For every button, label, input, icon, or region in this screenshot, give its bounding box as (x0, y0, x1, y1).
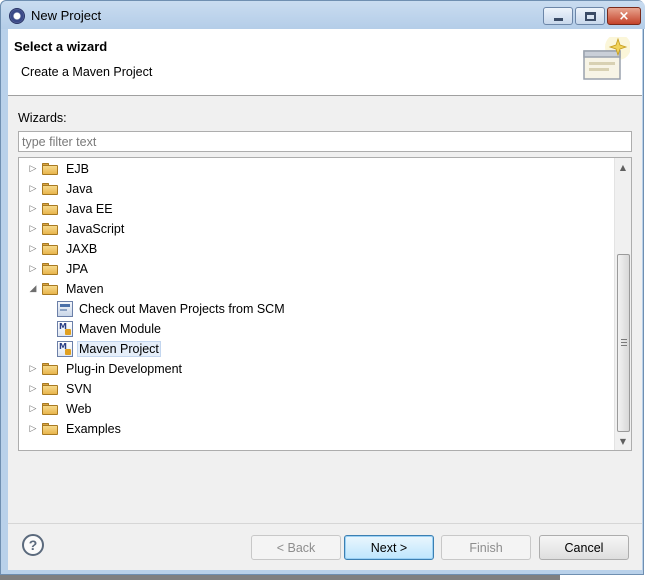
tree-item-label: SVN (66, 382, 92, 396)
wizard-banner-icon (583, 37, 630, 80)
title-bar[interactable]: New Project × (1, 1, 645, 29)
tree-item-label: Web (66, 402, 92, 416)
minimize-button[interactable] (543, 7, 573, 25)
tree-folder-row[interactable]: ▷ Java EE (19, 199, 613, 219)
tree-folder-row[interactable]: ▷ Examples (19, 419, 613, 439)
eclipse-app-icon (9, 8, 25, 24)
tree-item-label: Maven Module (79, 322, 161, 336)
cancel-button[interactable]: Cancel (539, 535, 629, 560)
tree-folder-row[interactable]: ◢ Maven (19, 279, 613, 299)
wizard-header: Select a wizard Create a Maven Project (8, 29, 642, 96)
close-icon: × (618, 8, 630, 24)
tree-item-label: Maven (66, 282, 104, 296)
collapsed-arrow-icon[interactable]: ▷ (27, 399, 39, 419)
tree-folder-row[interactable]: ▷ SVN (19, 379, 613, 399)
collapsed-arrow-icon[interactable]: ▷ (27, 179, 39, 199)
grip-line (621, 342, 627, 343)
scroll-up-arrow-icon[interactable]: ▲ (615, 159, 631, 175)
tree-item-label: Java (66, 182, 93, 196)
finish-button[interactable]: Finish (441, 535, 531, 560)
new-project-window: New Project × Select a wizard Create a M… (0, 0, 645, 575)
folder-icon (42, 283, 58, 295)
expanded-arrow-icon[interactable]: ◢ (27, 279, 39, 299)
next-button[interactable]: Next > (344, 535, 434, 560)
taskbar-strip (0, 575, 560, 580)
help-button[interactable]: ? (22, 534, 44, 556)
tree-scrollbar[interactable]: ▲ ▼ (614, 158, 631, 450)
folder-icon (42, 263, 58, 275)
tree-wizard-row[interactable]: M Maven Project (19, 339, 613, 359)
tree-item-label: EJB (66, 162, 89, 176)
collapsed-arrow-icon[interactable]: ▷ (27, 239, 39, 259)
scm-checkout-icon (57, 301, 73, 317)
tree-folder-row[interactable]: ▷ Java (19, 179, 613, 199)
folder-icon (42, 243, 58, 255)
window-title: New Project (31, 8, 102, 23)
scroll-down-arrow-icon[interactable]: ▼ (615, 433, 631, 449)
tree-folder-row[interactable]: ▷ JPA (19, 259, 613, 279)
collapsed-arrow-icon[interactable]: ▷ (27, 419, 39, 439)
collapsed-arrow-icon[interactable]: ▷ (27, 199, 39, 219)
grip-line (621, 339, 627, 340)
grip-line (621, 345, 627, 346)
wizard-tree[interactable]: ▷ EJB ▷ Java ▷ Java EE ▷ JavaScript ▷ JAXB ▷ JPA ◢ Ma… (18, 157, 632, 451)
back-button[interactable]: < Back (251, 535, 341, 560)
maximize-icon (584, 11, 596, 21)
folder-icon (42, 363, 58, 375)
tree-folder-row[interactable]: ▷ JAXB (19, 239, 613, 259)
tree-item-label: Examples (66, 422, 121, 436)
tree-item-label: JAXB (66, 242, 98, 256)
footer-separator (8, 523, 642, 524)
page-title: Select a wizard (14, 39, 108, 54)
folder-icon (42, 383, 58, 395)
maven-module-icon: M (57, 321, 73, 337)
tree-item-label: Maven Project (77, 341, 161, 357)
tree-item-label: Check out Maven Projects from SCM (79, 302, 285, 316)
tree-folder-row[interactable]: ▷ JavaScript (19, 219, 613, 239)
minimize-icon (553, 17, 563, 21)
tree-item-label: Plug-in Development (66, 362, 183, 376)
collapsed-arrow-icon[interactable]: ▷ (27, 259, 39, 279)
scroll-thumb[interactable] (617, 254, 630, 432)
filter-input[interactable] (18, 131, 632, 152)
tree-wizard-row[interactable]: Check out Maven Projects from SCM (19, 299, 613, 319)
maximize-button[interactable] (575, 7, 605, 25)
folder-icon (42, 223, 58, 235)
folder-icon (42, 163, 58, 175)
page-description: Create a Maven Project (21, 65, 153, 79)
collapsed-arrow-icon[interactable]: ▷ (27, 379, 39, 399)
folder-icon (42, 183, 58, 195)
collapsed-arrow-icon[interactable]: ▷ (27, 159, 39, 179)
tree-item-label: JavaScript (66, 222, 125, 236)
tree-item-label: Java EE (66, 202, 113, 216)
collapsed-arrow-icon[interactable]: ▷ (27, 219, 39, 239)
tree-folder-row[interactable]: ▷ EJB (19, 159, 613, 179)
folder-icon (42, 423, 58, 435)
collapsed-arrow-icon[interactable]: ▷ (27, 359, 39, 379)
close-button[interactable]: × (607, 7, 641, 25)
folder-icon (42, 403, 58, 415)
folder-icon (42, 203, 58, 215)
wizards-label: Wizards: (18, 111, 67, 125)
maven-project-icon: M (57, 341, 73, 357)
background-edge (645, 0, 652, 580)
tree-item-label: JPA (66, 262, 88, 276)
tree-folder-row[interactable]: ▷ Plug-in Development (19, 359, 613, 379)
tree-wizard-row[interactable]: M Maven Module (19, 319, 613, 339)
tree-folder-row[interactable]: ▷ Web (19, 399, 613, 419)
dialog-content: Select a wizard Create a Maven Project W… (8, 29, 642, 570)
help-icon: ? (28, 537, 38, 553)
